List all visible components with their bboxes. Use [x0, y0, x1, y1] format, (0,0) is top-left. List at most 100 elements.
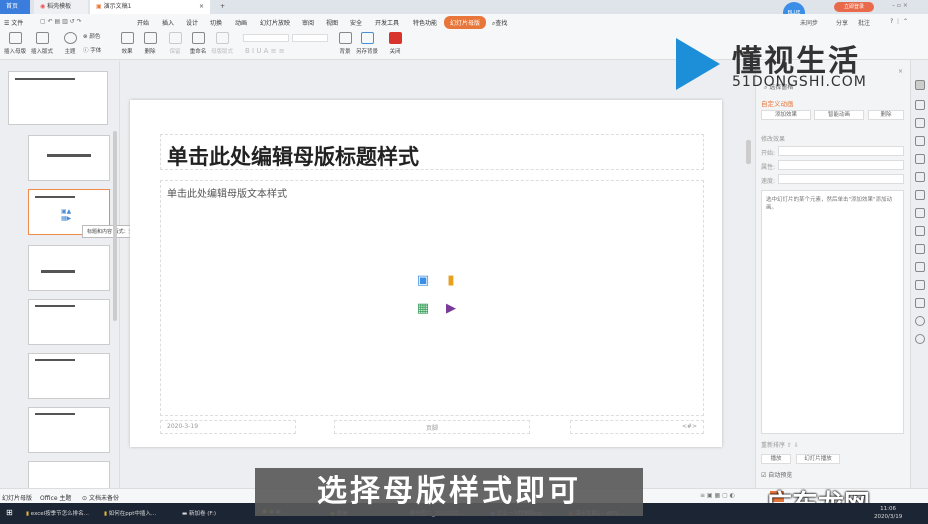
thumbnail-scrollbar[interactable] — [113, 131, 117, 321]
slide-thumbnail[interactable] — [28, 353, 110, 399]
image-icon[interactable] — [915, 262, 925, 272]
autopreview-checkbox[interactable]: ☑ 自动预览 — [761, 470, 792, 479]
font-size-select[interactable] — [292, 34, 328, 42]
body-placeholder[interactable]: 单击此处编辑母版文本样式 ▣ ▮ ▦ ▶ — [160, 180, 704, 416]
insert-picture-icon[interactable]: ▣ — [413, 273, 433, 293]
menu-start[interactable]: 开始 — [137, 18, 149, 27]
thumbnail-panel: ▣▲ ▦▶ 标题和内容 版式：无幻灯片使用 — [0, 61, 164, 507]
theme-button[interactable]: 主题 — [55, 32, 85, 55]
property-label: 属性: — [761, 164, 776, 171]
slideshow-button[interactable]: 幻灯片播放 — [796, 454, 840, 464]
list-icon[interactable] — [915, 280, 925, 290]
page-number-placeholder[interactable]: <#> — [570, 420, 704, 434]
menu-file[interactable]: ☰ 文件 — [4, 18, 23, 27]
export-icon[interactable] — [915, 244, 925, 254]
close-master-button[interactable]: 关闭 — [380, 32, 410, 55]
insert-chart-icon[interactable]: ▮ — [441, 273, 461, 293]
audio-icon[interactable] — [915, 298, 925, 308]
taskbar-item[interactable]: ▮ excel按季节怎么排名... — [26, 509, 89, 517]
quick-access-icons[interactable]: ▢ ↶ ▤ ▥ ↺ ↷ — [40, 18, 82, 25]
share-button[interactable]: 分享 — [836, 18, 848, 27]
window-controls[interactable]: – ▫ × — [892, 2, 908, 9]
status-backup[interactable]: ⊙ 文档未备份 — [82, 493, 119, 502]
slide-thumbnail[interactable] — [28, 135, 110, 181]
tab-home[interactable]: 首页 — [0, 0, 30, 14]
print-icon[interactable] — [915, 226, 925, 236]
title-placeholder[interactable]: 单击此处编辑母版标题样式 — [160, 134, 704, 170]
new-tab-button[interactable]: + — [214, 0, 231, 14]
insert-master-button[interactable]: 插入母版 — [0, 32, 30, 55]
menu-slideshow[interactable]: 幻灯片放映 — [260, 18, 290, 27]
info-icon[interactable] — [915, 334, 925, 344]
save-background-button[interactable]: 另存背景 — [352, 32, 382, 55]
button-label: 关闭 — [389, 49, 401, 55]
login-button[interactable]: 立即登录 — [834, 2, 874, 12]
footer-placeholder[interactable]: 页脚 — [334, 420, 530, 434]
taskbar-label: 新加卷 (F:) — [188, 511, 217, 517]
insert-layout-button[interactable]: 插入版式 — [27, 32, 57, 55]
format-buttons[interactable]: B I U A ≡ ≡ — [245, 47, 285, 55]
add-effect-button[interactable]: 添加效果 — [761, 110, 811, 120]
menu-animation[interactable]: 动画 — [235, 18, 247, 27]
taskbar-item[interactable]: ▬ 新加卷 (F:) — [182, 509, 216, 517]
menu-transition[interactable]: 切换 — [210, 18, 222, 27]
date-placeholder[interactable]: 2020-3-19 — [160, 420, 296, 434]
insert-layout-icon — [35, 32, 49, 44]
master-layout-button[interactable]: 母版版式 — [207, 32, 237, 55]
collab-button[interactable]: 未同步 — [800, 18, 818, 27]
shape-icon[interactable] — [915, 118, 925, 128]
menu-review[interactable]: 审阅 — [302, 18, 314, 27]
clock[interactable]: 11:06 2020/3/19 — [874, 505, 902, 521]
copy-icon[interactable] — [915, 100, 925, 110]
canvas-scrollbar[interactable] — [746, 140, 751, 164]
table-icon[interactable] — [915, 172, 925, 182]
chart-icon[interactable] — [915, 190, 925, 200]
settings-icon[interactable] — [915, 154, 925, 164]
menu-insert[interactable]: 插入 — [162, 18, 174, 27]
start-icon[interactable]: ⊞ — [6, 508, 13, 517]
help-icon[interactable]: ? ⋮ ⌃ — [890, 18, 908, 25]
delete-icon — [143, 32, 157, 44]
slide-thumbnail[interactable] — [28, 407, 110, 453]
theme-icon — [63, 32, 77, 44]
menu-view[interactable]: 视图 — [326, 18, 338, 27]
insert-video-icon[interactable]: ▶ — [441, 301, 461, 321]
button-label: 插入母版 — [3, 49, 26, 55]
insert-table-icon[interactable]: ▦ — [413, 301, 433, 321]
button-label: 颜色 — [89, 34, 101, 40]
tools-icon[interactable] — [915, 208, 925, 218]
menu-design[interactable]: 设计 — [186, 18, 198, 27]
taskbar-item[interactable]: ▮ 如何在ppt中插入... — [104, 509, 156, 517]
menu-developer[interactable]: 开发工具 — [375, 18, 399, 27]
menu-slide-master[interactable]: 幻灯片母版 — [444, 16, 487, 29]
animation-list[interactable]: 选中幻灯片的某个元素，然后单击"添加效果"添加动画。 — [761, 190, 904, 434]
font-button[interactable]: 字体 — [90, 48, 101, 54]
speed-select[interactable] — [778, 174, 904, 184]
tab-presentation[interactable]: ▣ 演示文稿1 × — [90, 0, 210, 14]
close-icon[interactable]: × — [199, 0, 204, 14]
search-button[interactable]: ⌕查找 — [492, 18, 507, 28]
panel-close-icon[interactable]: × — [898, 68, 903, 75]
reorder-text: 重新排序 — [761, 442, 786, 449]
content-icons: ▣▲ ▦▶ — [61, 208, 72, 222]
color-button[interactable]: ⊗ 颜色 ⓘ 字体 — [83, 32, 113, 54]
play-button[interactable]: 播放 — [761, 454, 791, 464]
view-buttons[interactable]: ≡ ▣ ▦ ▢ ◐ — [700, 492, 735, 499]
slide-thumbnail[interactable] — [28, 245, 110, 291]
start-select[interactable] — [778, 146, 904, 156]
search-label: 查找 — [495, 20, 508, 27]
folder-icon: ▮ — [104, 511, 108, 517]
location-icon[interactable] — [915, 136, 925, 146]
smart-animation-button[interactable]: 智能动画 — [814, 110, 864, 120]
animation-icon[interactable] — [915, 80, 925, 90]
menu-security[interactable]: 安全 — [350, 18, 362, 27]
comment-button[interactable]: 批注 — [858, 18, 870, 27]
delete-effect-button[interactable]: 删除 — [868, 110, 904, 120]
property-select[interactable] — [778, 160, 904, 170]
menu-features[interactable]: 特色功能 — [413, 18, 437, 27]
master-thumbnail[interactable] — [8, 71, 108, 125]
tab-docer[interactable]: ◉ 稻壳模板 — [34, 0, 88, 14]
help-icon[interactable] — [915, 316, 925, 326]
slide-thumbnail[interactable] — [28, 299, 110, 345]
font-name-select[interactable] — [243, 34, 289, 42]
